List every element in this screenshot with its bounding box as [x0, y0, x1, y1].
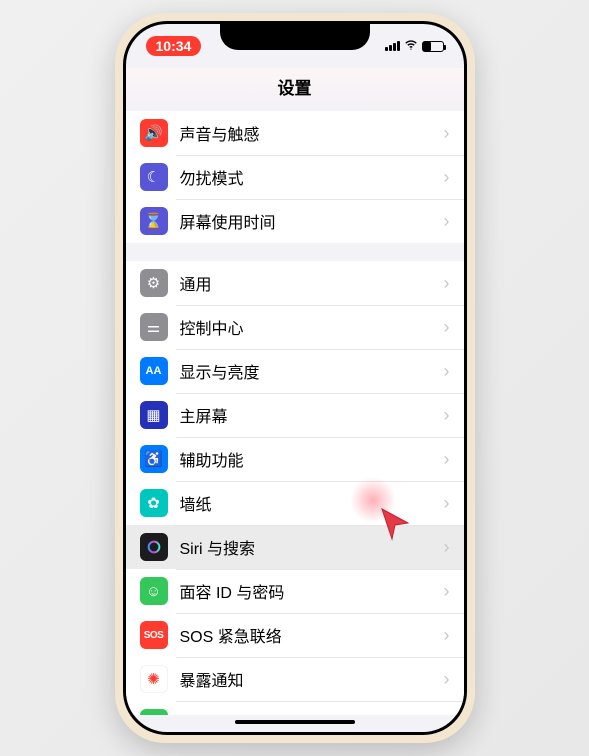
text-size-icon: AA: [140, 357, 168, 385]
speaker-icon: 🔊: [140, 119, 168, 147]
flower-icon: ✿: [140, 489, 168, 517]
settings-row-label: SOS 紧急联络: [180, 623, 444, 647]
settings-list[interactable]: 🔊声音与触感›☾勿扰模式›⌛屏幕使用时间›⚙通用›⚌控制中心›AA显示与亮度›▦…: [126, 111, 464, 715]
chevron-right-icon: ›: [444, 669, 450, 690]
settings-row-label: 屏幕使用时间: [180, 209, 444, 233]
settings-row-sounds[interactable]: 🔊 声音与触感›: [126, 111, 464, 155]
page-title: 设置: [126, 68, 464, 111]
settings-row-label: 声音与触感: [180, 121, 444, 145]
settings-row-screentime[interactable]: ⌛ 屏幕使用时间›: [126, 199, 464, 243]
faceid-icon: ☺: [140, 577, 168, 605]
settings-row-label: 主屏幕: [180, 403, 444, 427]
cellular-signal-icon: [385, 41, 400, 51]
siri-icon: [140, 533, 168, 561]
settings-section: 🔊声音与触感›☾勿扰模式›⌛屏幕使用时间›: [126, 111, 464, 243]
chevron-right-icon: ›: [444, 493, 450, 514]
chevron-right-icon: ›: [444, 167, 450, 188]
notch: [220, 24, 370, 50]
settings-row-wallpaper[interactable]: ✿ 墙纸›: [126, 481, 464, 525]
settings-row-home[interactable]: ▦ 主屏幕›: [126, 393, 464, 437]
settings-row-general[interactable]: ⚙ 通用›: [126, 261, 464, 305]
battery-icon: [422, 41, 444, 52]
settings-row-siri[interactable]: Siri 与搜索›: [126, 525, 464, 569]
settings-row-label: Siri 与搜索: [180, 535, 444, 559]
settings-row-battery[interactable]: ▬ 电池›: [126, 701, 464, 715]
exposure-icon: ✺: [140, 665, 168, 693]
hourglass-icon: ⌛: [140, 207, 168, 235]
settings-row-label: 通用: [180, 271, 444, 295]
settings-row-label: 面容 ID 与密码: [180, 579, 444, 603]
switches-icon: ⚌: [140, 313, 168, 341]
chevron-right-icon: ›: [444, 273, 450, 294]
settings-row-label: 辅助功能: [180, 447, 444, 471]
home-indicator[interactable]: [235, 720, 355, 724]
chevron-right-icon: ›: [444, 361, 450, 382]
wifi-icon: [404, 38, 418, 55]
chevron-right-icon: ›: [444, 123, 450, 144]
settings-row-dnd[interactable]: ☾ 勿扰模式›: [126, 155, 464, 199]
status-time-recording[interactable]: 10:34: [146, 36, 202, 56]
moon-icon: ☾: [140, 163, 168, 191]
phone-bezel: 10:34 设置 🔊声音与触感›☾勿扰模式›⌛屏幕使用时间›⚙通用›⚌控制中心›…: [123, 21, 467, 735]
chevron-right-icon: ›: [444, 713, 450, 716]
settings-row-label: 暴露通知: [180, 667, 444, 691]
settings-row-label: 墙纸: [180, 491, 444, 515]
settings-row-display[interactable]: AA 显示与亮度›: [126, 349, 464, 393]
sos-icon: SOS: [140, 621, 168, 649]
gear-icon: ⚙: [140, 269, 168, 297]
screen: 10:34 设置 🔊声音与触感›☾勿扰模式›⌛屏幕使用时间›⚙通用›⚌控制中心›…: [126, 24, 464, 732]
settings-section: ⚙通用›⚌控制中心›AA显示与亮度›▦主屏幕›♿辅助功能›✿墙纸›Siri 与搜…: [126, 261, 464, 715]
phone-frame: 10:34 设置 🔊声音与触感›☾勿扰模式›⌛屏幕使用时间›⚙通用›⚌控制中心›…: [115, 13, 475, 743]
chevron-right-icon: ›: [444, 537, 450, 558]
chevron-right-icon: ›: [444, 581, 450, 602]
accessibility-icon: ♿: [140, 445, 168, 473]
settings-row-label: 控制中心: [180, 315, 444, 339]
chevron-right-icon: ›: [444, 625, 450, 646]
status-right: [385, 38, 444, 55]
battery-icon: ▬: [140, 709, 168, 715]
chevron-right-icon: ›: [444, 449, 450, 470]
chevron-right-icon: ›: [444, 405, 450, 426]
settings-row-sos[interactable]: SOS SOS 紧急联络›: [126, 613, 464, 657]
settings-row-label: 显示与亮度: [180, 359, 444, 383]
settings-row-control[interactable]: ⚌ 控制中心›: [126, 305, 464, 349]
settings-row-label: 电池: [180, 711, 444, 715]
settings-row-accessibility[interactable]: ♿ 辅助功能›: [126, 437, 464, 481]
apps-grid-icon: ▦: [140, 401, 168, 429]
settings-row-exposure[interactable]: ✺ 暴露通知›: [126, 657, 464, 701]
settings-row-label: 勿扰模式: [180, 165, 444, 189]
chevron-right-icon: ›: [444, 317, 450, 338]
chevron-right-icon: ›: [444, 211, 450, 232]
settings-row-faceid[interactable]: ☺ 面容 ID 与密码›: [126, 569, 464, 613]
